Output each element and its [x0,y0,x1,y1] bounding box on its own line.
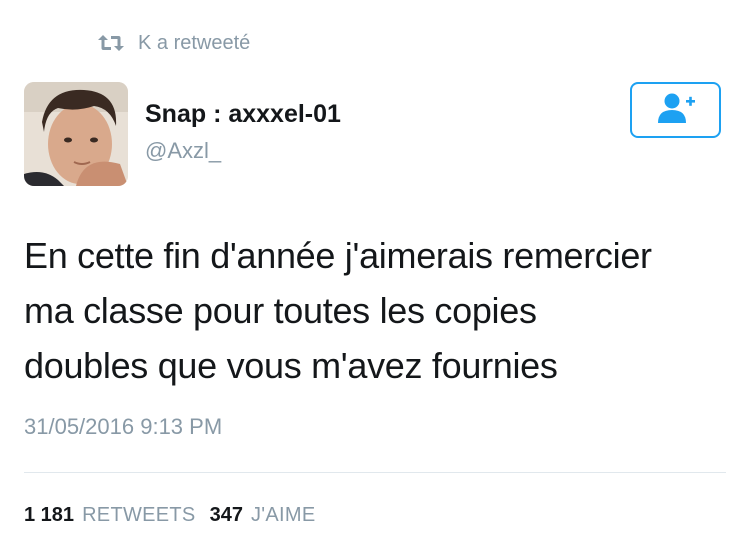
tweet-timestamp[interactable]: 31/05/2016 9:13 PM [24,414,222,440]
likes-count[interactable]: 347 [210,504,243,527]
avatar-photo [24,82,128,186]
avatar[interactable] [24,82,128,186]
follow-button[interactable] [630,82,721,138]
retweet-label: K a retweeté [138,31,251,54]
likes-label[interactable]: J'AIME [251,504,316,527]
divider [24,472,726,473]
tweet-text-line: doubles que vous m'avez fournies [24,345,558,386]
retweets-label[interactable]: RETWEETS [82,504,196,527]
author-display-name[interactable]: Snap : axxxel-01 [145,100,341,129]
tweet-stats: 1 181 RETWEETS 347 J'AIME [24,504,329,527]
author-handle[interactable]: @Axzl_ [145,138,221,164]
add-user-icon [655,91,697,130]
retweet-icon [96,33,126,53]
retweets-count[interactable]: 1 181 [24,504,74,527]
tweet-text-line: En cette fin d'année j'aimerais remercie… [24,235,652,276]
tweet-text-line: ma classe pour toutes les copies [24,290,537,331]
tweet-text: En cette fin d'année j'aimerais remercie… [24,228,734,393]
retweet-context: K a retweeté [96,30,250,56]
